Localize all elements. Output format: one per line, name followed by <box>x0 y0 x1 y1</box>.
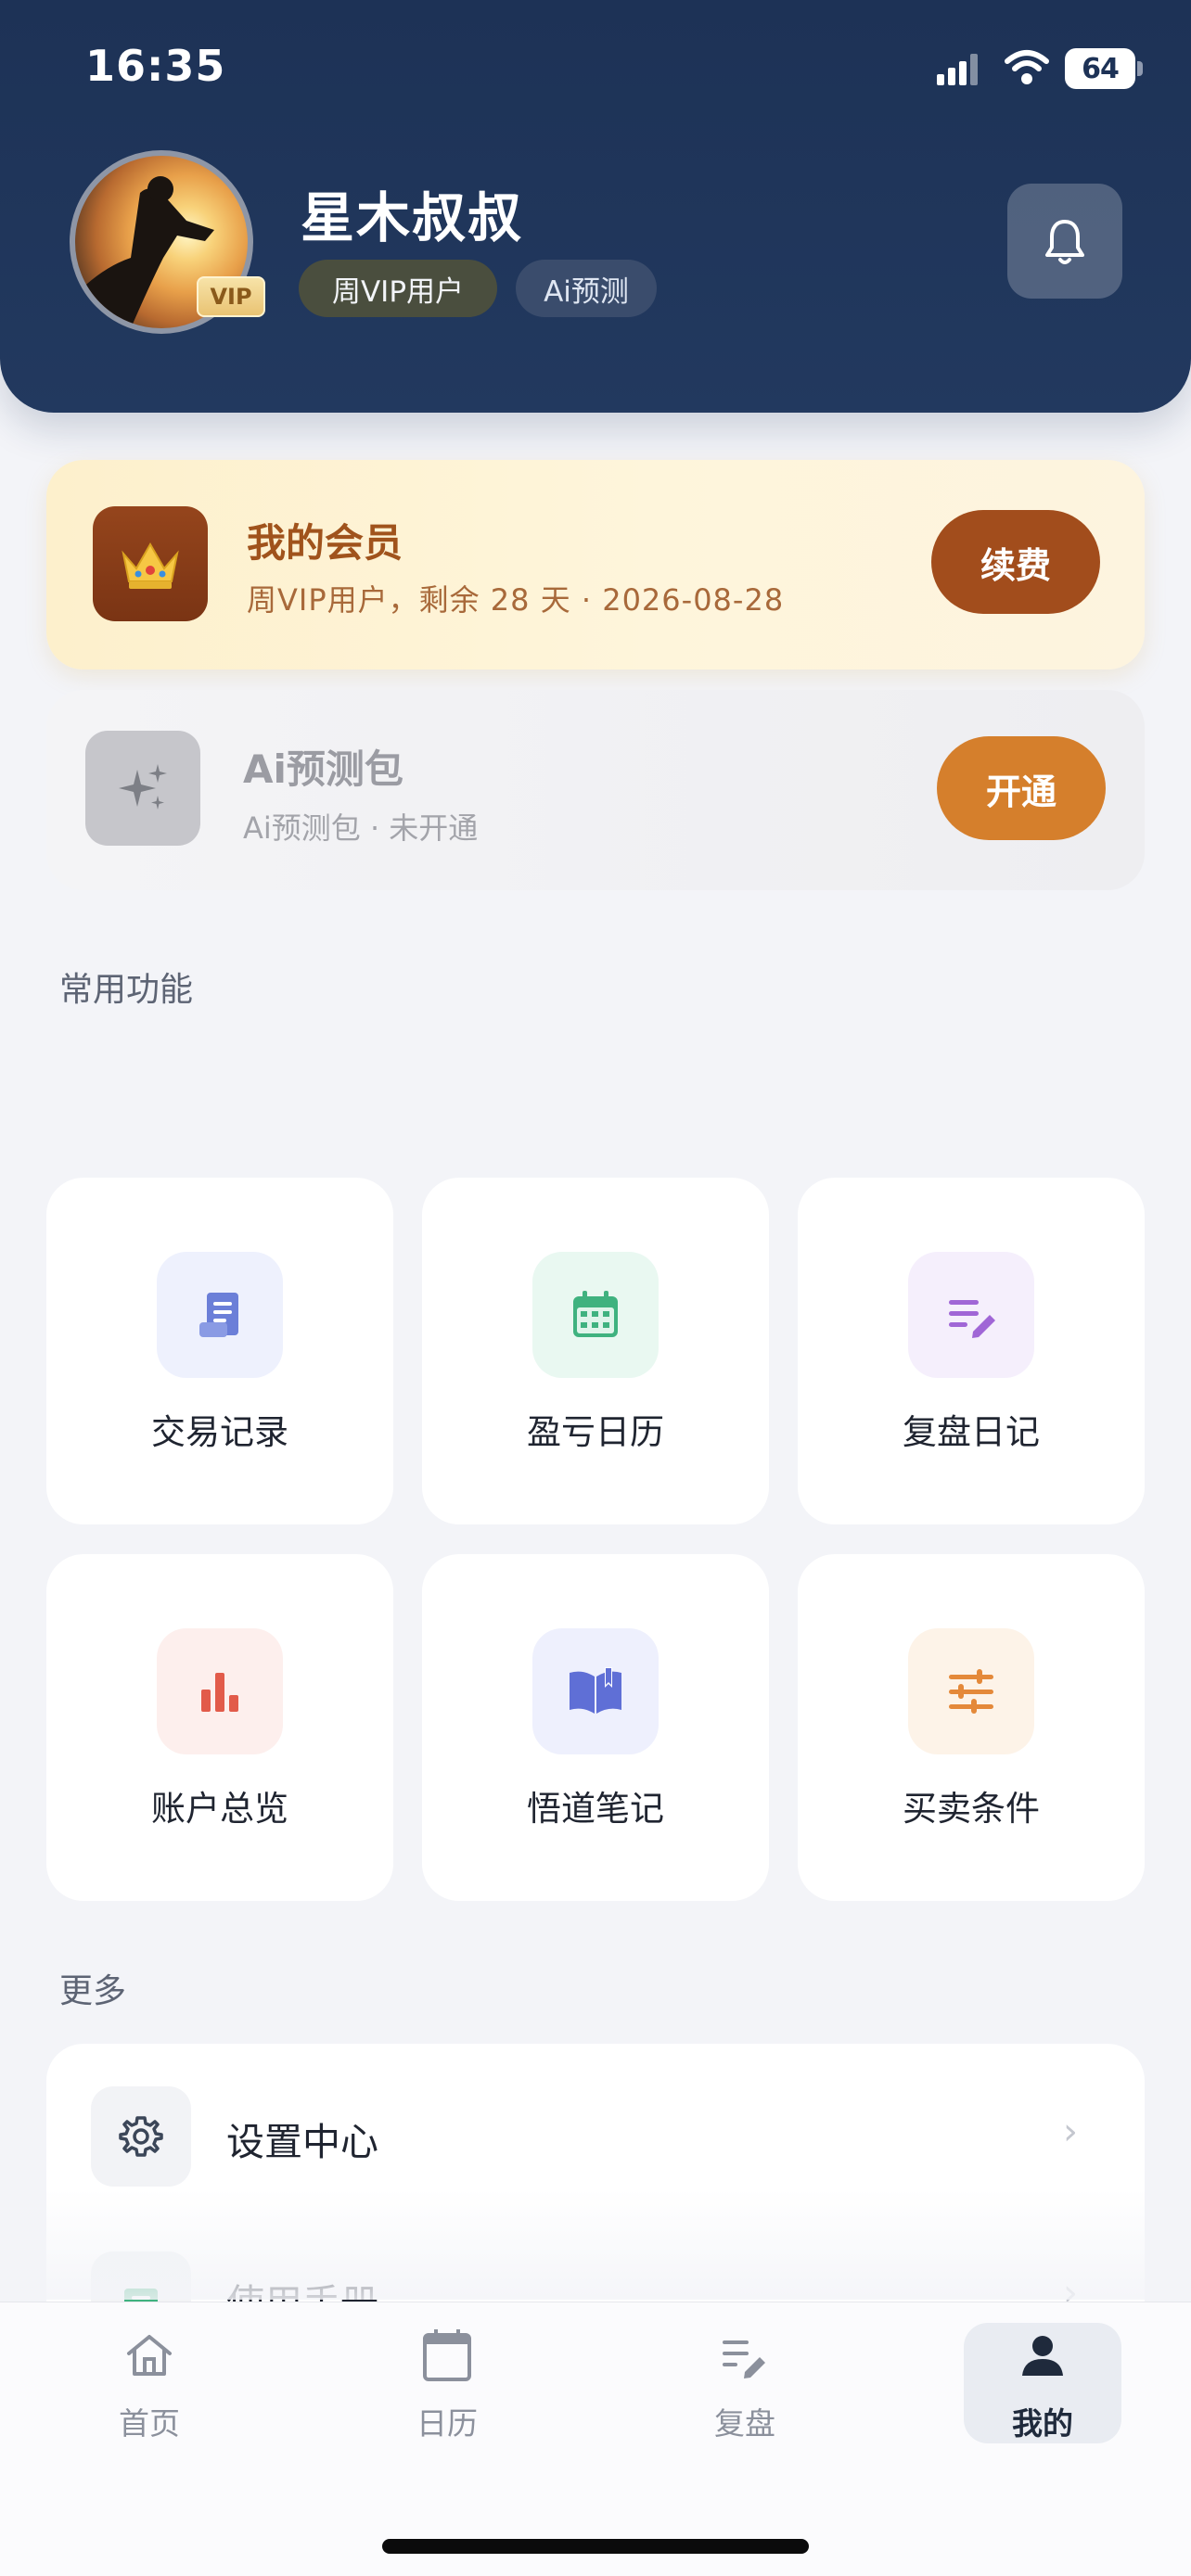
common-section-title: 常用功能 <box>59 971 194 1009</box>
tab-review[interactable]: 复盘 <box>666 2323 824 2443</box>
edit-list-icon <box>949 1300 995 1338</box>
func-account-overview[interactable]: 账户总览 <box>46 1554 393 1901</box>
battery-level: 64 <box>1065 48 1135 89</box>
func-trade-conditions[interactable]: 买卖条件 <box>798 1554 1145 1901</box>
tab-label: 首页 <box>119 2405 180 2442</box>
func-icon-box <box>908 1252 1034 1378</box>
func-label: 复盘日记 <box>903 1412 1040 1452</box>
receipt-icon <box>199 1293 238 1337</box>
ai-pack-title: Ai预测包 <box>243 746 403 792</box>
tab-home[interactable]: 首页 <box>70 2323 228 2443</box>
home-icon <box>117 2323 182 2388</box>
profile-header: 16:35 64 VIP 星木叔叔 周VIP用户 Ai预测 <box>0 0 1191 413</box>
membership-subtitle: 周VIP用户，剩余 28 天 · 2026-08-28 <box>247 582 785 618</box>
tab-calendar[interactable]: 日历 <box>368 2323 526 2443</box>
tab-bar: 首页 日历 复盘 我的 <box>0 2302 1191 2576</box>
calendar-icon <box>415 2323 480 2388</box>
gear-icon <box>119 2116 163 2157</box>
battery-icon: 64 <box>1065 48 1143 89</box>
avatar-vip-tag: VIP <box>197 276 265 317</box>
func-icon-box <box>908 1628 1034 1754</box>
bell-icon <box>1045 220 1084 264</box>
row-icon-box <box>91 2086 191 2187</box>
sparkle-icon <box>119 764 167 810</box>
tab-label: 复盘 <box>714 2405 775 2442</box>
func-review-diary[interactable]: 复盘日记 <box>798 1178 1145 1524</box>
user-icon <box>1010 2323 1075 2388</box>
func-icon-box <box>157 1628 283 1754</box>
badge-ai-predict: Ai预测 <box>516 260 657 317</box>
tab-label: 日历 <box>416 2405 478 2442</box>
home-indicator <box>382 2539 809 2554</box>
edit-list-icon <box>712 2323 777 2388</box>
user-name: 星木叔叔 <box>301 186 524 249</box>
badge-week-vip: 周VIP用户 <box>299 260 497 317</box>
func-label: 账户总览 <box>151 1789 288 1829</box>
cellular-signal-icon <box>937 54 978 85</box>
func-label: 交易记录 <box>151 1412 288 1452</box>
status-bar: 16:35 64 <box>0 0 1191 139</box>
status-time: 16:35 <box>85 41 226 91</box>
membership-card[interactable]: 我的会员 周VIP用户，剩余 28 天 · 2026-08-28 续费 <box>46 460 1145 670</box>
sparkle-icon-box <box>85 731 200 846</box>
activate-button[interactable]: 开通 <box>937 736 1106 840</box>
notification-button[interactable] <box>1007 184 1122 299</box>
tab-mine[interactable]: 我的 <box>964 2323 1121 2443</box>
func-icon-box <box>532 1252 659 1378</box>
row-label: 设置中心 <box>226 2120 378 2164</box>
tab-label: 我的 <box>1012 2405 1073 2442</box>
crown-icon <box>122 542 179 589</box>
func-insight-notes[interactable]: 悟道笔记 <box>422 1554 769 1901</box>
func-label: 盈亏日历 <box>527 1412 664 1452</box>
ai-pack-card[interactable]: Ai预测包 Ai预测包 · 未开通 开通 <box>46 690 1145 890</box>
bar-chart-icon <box>201 1673 238 1712</box>
func-label: 买卖条件 <box>903 1789 1040 1829</box>
func-label: 悟道笔记 <box>527 1789 664 1829</box>
sliders-icon <box>949 1669 993 1714</box>
func-icon-box <box>157 1252 283 1378</box>
crown-icon-box <box>93 506 208 621</box>
renew-button[interactable]: 续费 <box>931 510 1100 614</box>
chevron-right-icon: › <box>1063 2111 1078 2153</box>
wifi-icon <box>1005 50 1049 84</box>
ai-pack-subtitle: Ai预测包 · 未开通 <box>243 810 479 846</box>
scroll-fade <box>0 2188 1191 2300</box>
membership-title: 我的会员 <box>247 520 403 566</box>
calendar-icon <box>573 1291 618 1337</box>
func-trade-records[interactable]: 交易记录 <box>46 1178 393 1524</box>
book-icon <box>570 1667 621 1714</box>
func-icon-box <box>532 1628 659 1754</box>
more-section-title: 更多 <box>59 1972 127 2010</box>
func-pnl-calendar[interactable]: 盈亏日历 <box>422 1178 769 1524</box>
